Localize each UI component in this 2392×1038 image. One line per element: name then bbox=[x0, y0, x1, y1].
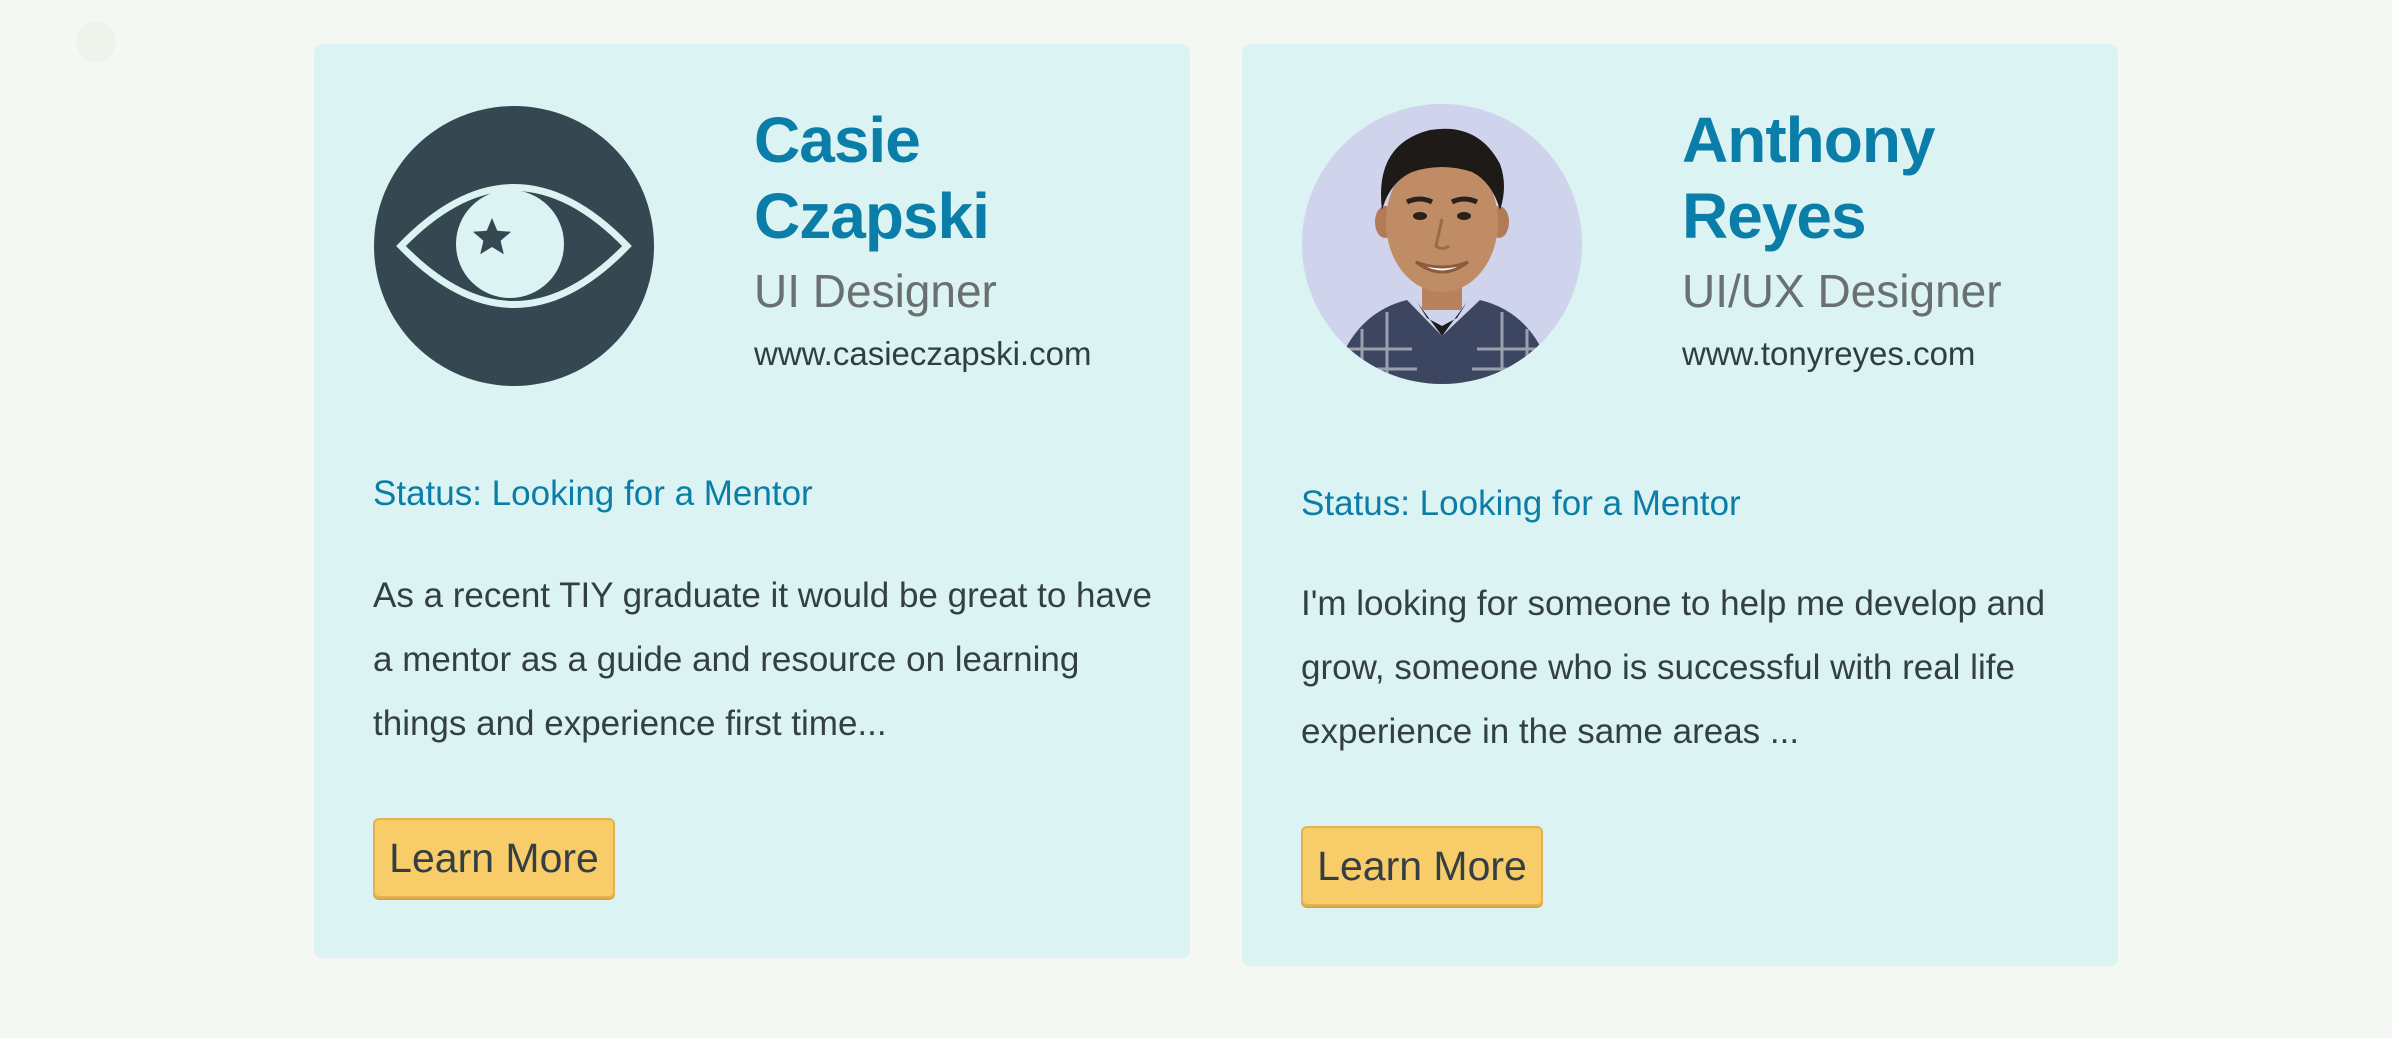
learn-more-button[interactable]: Learn More bbox=[1301, 826, 1543, 906]
person-role: UI Designer bbox=[754, 265, 997, 317]
status-text: Status: Looking for a Mentor bbox=[373, 474, 813, 513]
avatar bbox=[374, 106, 654, 386]
avatar bbox=[1302, 104, 1582, 384]
status-text: Status: Looking for a Mentor bbox=[1301, 484, 1741, 523]
person-name: Casie Czapski bbox=[754, 104, 990, 252]
bio-text: As a recent TIY graduate it would be gre… bbox=[373, 576, 1152, 743]
eye-with-star-icon bbox=[396, 184, 632, 308]
profile-photo bbox=[1302, 104, 1582, 384]
bio-text: I'm looking for someone to help me devel… bbox=[1301, 584, 2046, 751]
person-role: UI/UX Designer bbox=[1682, 265, 2002, 317]
website-link[interactable]: www.casieczapski.com bbox=[754, 332, 1154, 376]
mentee-card: Casie Czapski UI Designer www.casieczaps… bbox=[314, 44, 1190, 958]
faint-decoration bbox=[76, 22, 116, 62]
website-link[interactable]: www.tonyreyes.com bbox=[1682, 332, 2082, 376]
person-name: Anthony Reyes bbox=[1682, 104, 1936, 252]
mentee-card: Anthony Reyes UI/UX Designer www.tonyrey… bbox=[1242, 44, 2118, 966]
learn-more-button[interactable]: Learn More bbox=[373, 818, 615, 898]
